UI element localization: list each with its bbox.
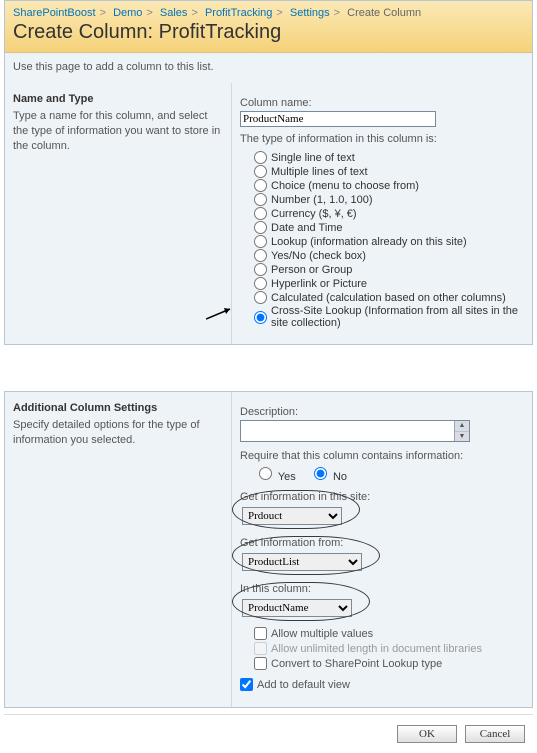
column-type-option[interactable]: Number (1, 1.0, 100) bbox=[254, 193, 524, 206]
additional-heading: Additional Column Settings bbox=[13, 402, 223, 414]
require-radio-group: Yes No bbox=[254, 464, 524, 483]
add-default-label: Add to default view bbox=[257, 679, 350, 691]
column-type-radio-list: Single line of text Multiple lines of tex… bbox=[254, 151, 524, 329]
add-default-checkbox[interactable] bbox=[240, 678, 253, 691]
allow-multi-label: Allow multiple values bbox=[271, 628, 373, 640]
column-type-option[interactable]: Calculated (calculation based on other c… bbox=[254, 291, 524, 304]
spin-down-icon[interactable]: ▼ bbox=[455, 432, 469, 442]
column-type-label: Date and Time bbox=[271, 222, 343, 234]
column-type-label: Lookup (information already on this site… bbox=[271, 236, 467, 248]
column-type-option[interactable]: Yes/No (check box) bbox=[254, 249, 524, 262]
require-no[interactable]: No bbox=[309, 471, 347, 483]
column-type-option[interactable]: Currency ($, ¥, €) bbox=[254, 207, 524, 220]
column-type-option[interactable]: Hyperlink or Picture bbox=[254, 277, 524, 290]
page-header: SharePointBoost> Demo> Sales> ProfitTrac… bbox=[5, 1, 532, 53]
additional-desc: Specify detailed options for the type of… bbox=[13, 418, 223, 448]
convert-label: Convert to SharePoint Lookup type bbox=[271, 658, 442, 670]
button-bar: OK Cancel bbox=[4, 714, 533, 753]
column-name-input[interactable] bbox=[240, 111, 436, 127]
name-type-section: SharePointBoost> Demo> Sales> ProfitTrac… bbox=[4, 0, 533, 345]
crumb-0[interactable]: SharePointBoost bbox=[13, 7, 96, 19]
column-type-option[interactable]: Multiple lines of text bbox=[254, 165, 524, 178]
description-input[interactable]: ▲ ▼ bbox=[240, 420, 470, 442]
column-type-label: Cross-Site Lookup (Information from all … bbox=[271, 305, 524, 329]
column-type-label: Calculated (calculation based on other c… bbox=[271, 292, 506, 304]
convert-row[interactable]: Convert to SharePoint Lookup type bbox=[254, 657, 524, 670]
description-spinner[interactable]: ▲ ▼ bbox=[454, 421, 469, 441]
spin-up-icon[interactable]: ▲ bbox=[455, 421, 469, 432]
breadcrumb: SharePointBoost> Demo> Sales> ProfitTrac… bbox=[13, 7, 524, 19]
page-title: Create Column: ProfitTracking bbox=[13, 21, 524, 44]
name-type-desc: Type a name for this column, and select … bbox=[13, 109, 223, 154]
description-label: Description: bbox=[240, 406, 524, 418]
column-type-label: Choice (menu to choose from) bbox=[271, 180, 419, 192]
type-intro: The type of information in this column i… bbox=[240, 133, 524, 145]
allow-unlimited-row: Allow unlimited length in document libra… bbox=[254, 642, 524, 655]
additional-left: Additional Column Settings Specify detai… bbox=[5, 392, 232, 707]
column-type-option[interactable]: Date and Time bbox=[254, 221, 524, 234]
column-type-radio[interactable] bbox=[254, 193, 267, 206]
col-select-annotation: ProductName bbox=[240, 597, 362, 619]
site-select[interactable]: Prdouct bbox=[242, 507, 342, 525]
from-select-annotation: ProductList bbox=[240, 551, 372, 573]
column-name-label: Column name: bbox=[240, 97, 524, 109]
column-type-radio[interactable] bbox=[254, 249, 267, 262]
crumb-3[interactable]: ProfitTracking bbox=[205, 7, 272, 19]
crumb-4[interactable]: Settings bbox=[290, 7, 330, 19]
column-type-radio[interactable] bbox=[254, 179, 267, 192]
name-type-heading: Name and Type bbox=[13, 93, 223, 105]
from-label: Get information from: bbox=[240, 537, 524, 549]
allow-unlimited-label: Allow unlimited length in document libra… bbox=[271, 643, 482, 655]
column-type-radio[interactable] bbox=[254, 207, 267, 220]
name-type-right: Column name: The type of information in … bbox=[232, 83, 532, 344]
col-label: In this column: bbox=[240, 583, 524, 595]
site-select-annotation: Prdouct bbox=[240, 505, 352, 527]
crumb-5: Create Column bbox=[347, 7, 421, 19]
additional-settings-section: Additional Column Settings Specify detai… bbox=[4, 391, 533, 708]
additional-right: Description: ▲ ▼ Require that this colum… bbox=[232, 392, 532, 707]
page-intro: Use this page to add a column to this li… bbox=[5, 53, 532, 83]
cancel-button[interactable]: Cancel bbox=[465, 725, 525, 743]
column-type-label: Multiple lines of text bbox=[271, 166, 368, 178]
column-type-radio[interactable] bbox=[254, 277, 267, 290]
column-type-option[interactable]: Single line of text bbox=[254, 151, 524, 164]
column-type-label: Number (1, 1.0, 100) bbox=[271, 194, 373, 206]
column-type-option[interactable]: Cross-Site Lookup (Information from all … bbox=[254, 305, 524, 329]
ok-button[interactable]: OK bbox=[397, 725, 457, 743]
column-type-option[interactable]: Person or Group bbox=[254, 263, 524, 276]
require-label: Require that this column contains inform… bbox=[240, 450, 524, 462]
crumb-2[interactable]: Sales bbox=[160, 7, 188, 19]
column-type-label: Yes/No (check box) bbox=[271, 250, 366, 262]
convert-checkbox[interactable] bbox=[254, 657, 267, 670]
add-default-row[interactable]: Add to default view bbox=[240, 678, 524, 691]
column-type-radio[interactable] bbox=[254, 235, 267, 248]
from-select[interactable]: ProductList bbox=[242, 553, 362, 571]
name-type-left: Name and Type Type a name for this colum… bbox=[5, 83, 232, 344]
column-type-radio[interactable] bbox=[254, 165, 267, 178]
column-type-label: Hyperlink or Picture bbox=[271, 278, 367, 290]
column-type-option[interactable]: Choice (menu to choose from) bbox=[254, 179, 524, 192]
column-type-radio[interactable] bbox=[254, 221, 267, 234]
allow-unlimited-checkbox bbox=[254, 642, 267, 655]
column-type-radio[interactable] bbox=[254, 263, 267, 276]
column-type-radio[interactable] bbox=[254, 151, 267, 164]
site-label: Get information in this site: bbox=[240, 491, 524, 503]
require-yes[interactable]: Yes bbox=[254, 471, 296, 483]
column-type-label: Person or Group bbox=[271, 264, 352, 276]
column-type-option[interactable]: Lookup (information already on this site… bbox=[254, 235, 524, 248]
allow-multi-row[interactable]: Allow multiple values bbox=[254, 627, 524, 640]
column-type-radio[interactable] bbox=[254, 291, 267, 304]
crumb-1[interactable]: Demo bbox=[113, 7, 142, 19]
col-select[interactable]: ProductName bbox=[242, 599, 352, 617]
allow-multi-checkbox[interactable] bbox=[254, 627, 267, 640]
column-type-label: Currency ($, ¥, €) bbox=[271, 208, 357, 220]
column-type-label: Single line of text bbox=[271, 152, 355, 164]
column-type-radio[interactable] bbox=[254, 311, 267, 324]
